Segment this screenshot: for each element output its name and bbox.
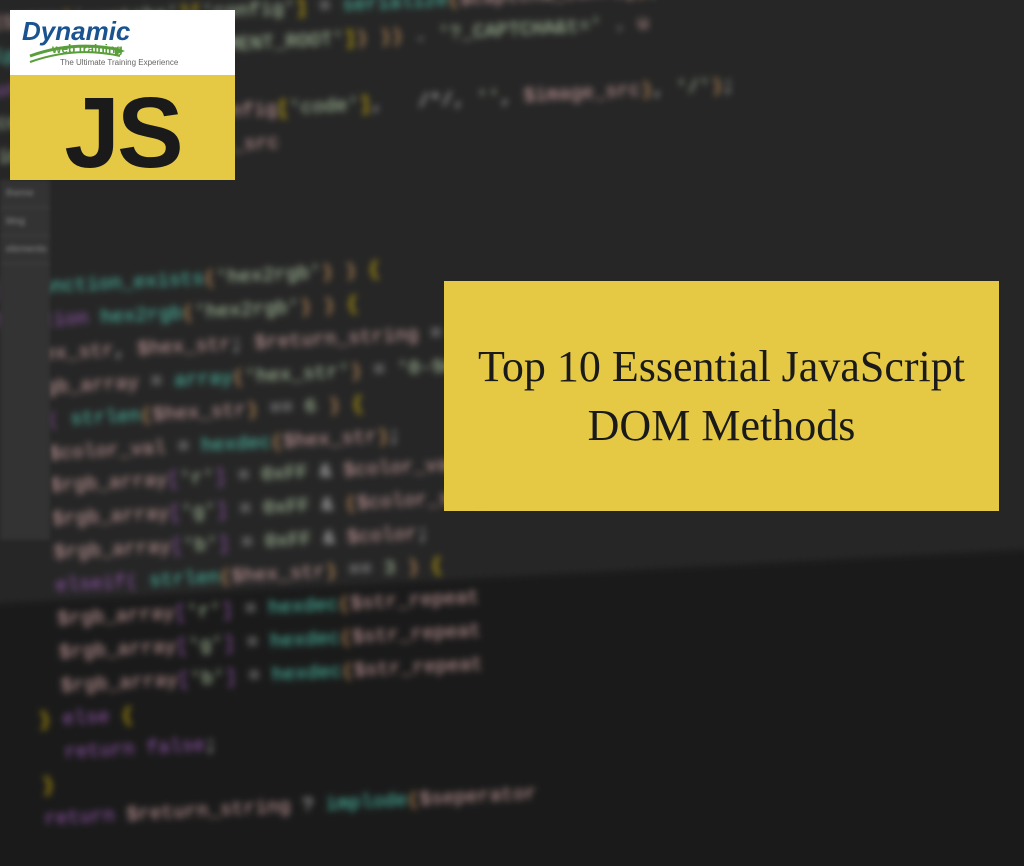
javascript-badge: JS [10,75,235,180]
js-badge-text: JS [64,88,180,178]
logo-swoosh-icon [25,38,125,68]
article-title-block: Top 10 Essential JavaScript DOM Methods [444,281,999,511]
article-title: Top 10 Essential JavaScript DOM Methods [464,337,979,456]
editor-sidebar: theme blog elements [0,180,50,540]
company-logo: Dynamic web training The Ultimate Traini… [10,10,235,75]
